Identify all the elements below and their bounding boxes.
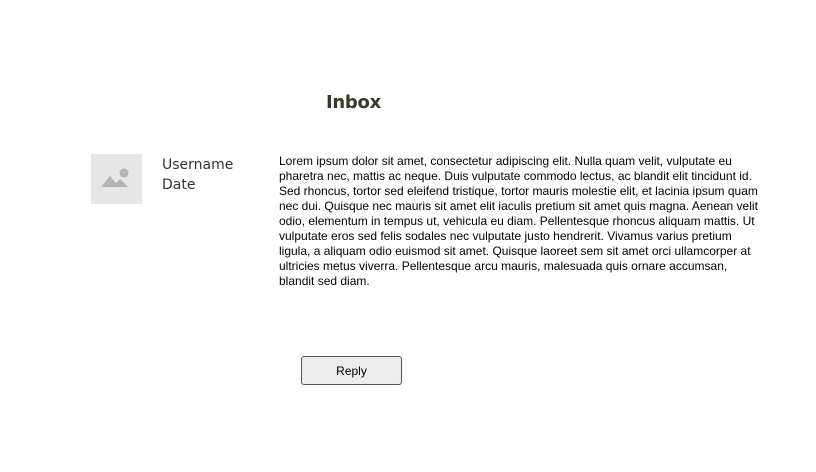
reply-button[interactable]: Reply (301, 356, 402, 385)
username: Username (162, 157, 234, 173)
image-placeholder-icon (101, 168, 129, 187)
message-body: Lorem ipsum dolor sit amet, consectetur … (279, 154, 758, 288)
message-date: Date (162, 177, 196, 193)
user-meta: Username Date (162, 155, 233, 195)
avatar (91, 154, 142, 204)
page-title: Inbox (326, 92, 381, 113)
reply-button-label: Reply (336, 363, 367, 378)
